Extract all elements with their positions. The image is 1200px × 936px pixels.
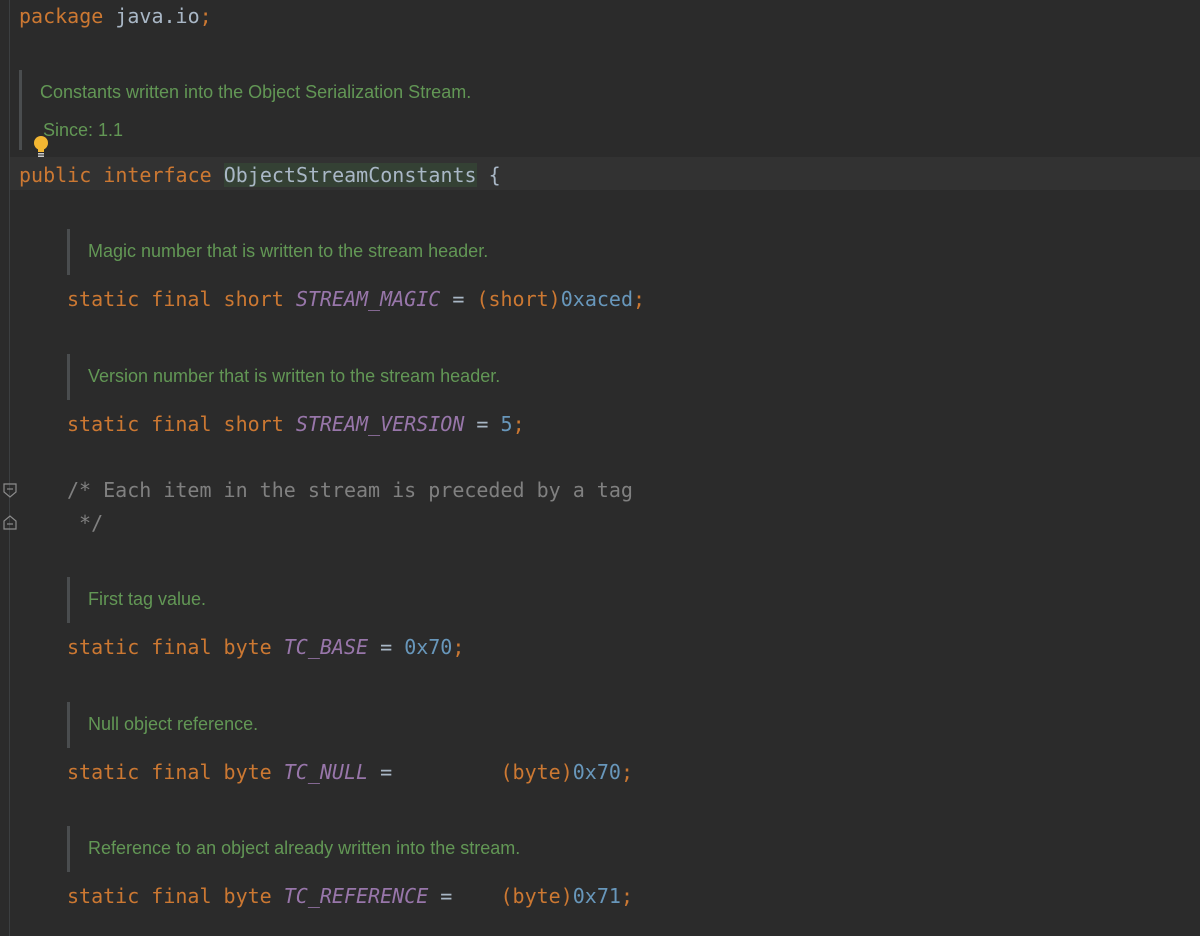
intention-bulb-icon[interactable] (33, 135, 49, 159)
block-comment-line-1: /* Each item in the stream is preceded b… (67, 478, 633, 502)
field-declaration[interactable]: static final short STREAM_MAGIC = (short… (67, 287, 645, 311)
field-doc-bar (67, 826, 70, 872)
class-doc-bar (19, 70, 22, 150)
field-doc: Magic number that is written to the stre… (88, 241, 489, 261)
field-equals: = (464, 412, 501, 436)
field-equals: = (428, 884, 501, 908)
field-doc-bar (67, 702, 70, 748)
field-doc: Null object reference. (88, 714, 259, 734)
field-type: short (223, 412, 284, 436)
block-comment-line-2: */ (67, 511, 104, 535)
field-name: TC_NULL (283, 760, 369, 784)
fold-end-icon[interactable] (2, 513, 18, 531)
class-doc-text: Constants written into the Object Serial… (40, 82, 472, 102)
field-declaration[interactable]: static final short STREAM_VERSION = 5; (67, 412, 525, 436)
field-equals: = (440, 287, 477, 311)
interface-name[interactable]: ObjectStreamConstants (223, 163, 477, 187)
field-name: TC_REFERENCE (283, 884, 429, 908)
open-brace: { (488, 163, 501, 187)
field-declaration[interactable]: static final byte TC_NULL = (byte)0x70; (67, 760, 633, 784)
field-declaration[interactable]: static final byte TC_REFERENCE = (byte)0… (67, 884, 633, 908)
gutter-divider (9, 0, 10, 936)
field-semicolon: ; (620, 760, 633, 784)
field-doc: First tag value. (88, 589, 207, 609)
field-value: 0x70 (572, 760, 621, 784)
field-semicolon: ; (512, 412, 525, 436)
field-doc-bar (67, 229, 70, 275)
field-name: TC_BASE (283, 635, 369, 659)
field-modifiers: static final (67, 635, 212, 659)
field-modifiers: static final (67, 412, 212, 436)
field-value: 0x71 (572, 884, 621, 908)
field-value: 0xaced (560, 287, 633, 311)
field-equals: = (368, 635, 405, 659)
field-type: short (223, 287, 284, 311)
field-doc-bar (67, 577, 70, 623)
field-semicolon: ; (452, 635, 465, 659)
field-value: 5 (500, 412, 513, 436)
field-semicolon: ; (632, 287, 646, 311)
package-keyword: package (19, 4, 104, 28)
field-name: STREAM_VERSION (295, 412, 465, 436)
field-cast: (byte) (500, 884, 573, 908)
class-doc-since: Since: 1.1 (43, 120, 124, 140)
field-modifiers: static final (67, 287, 212, 311)
package-name: java.io (115, 4, 200, 28)
field-semicolon: ; (620, 884, 633, 908)
code-editor[interactable]: package java.io; Constants written into … (0, 0, 1200, 936)
field-doc: Reference to an object already written i… (88, 838, 521, 858)
field-type: byte (223, 635, 272, 659)
field-type: byte (223, 884, 272, 908)
package-semicolon: ; (199, 4, 212, 28)
interface-declaration[interactable]: public interface ObjectStreamConstants { (19, 163, 501, 187)
field-value: 0x70 (404, 635, 453, 659)
field-doc-bar (67, 354, 70, 400)
field-modifiers: static final (67, 760, 212, 784)
field-modifiers: static final (67, 884, 212, 908)
field-doc: Version number that is written to the st… (88, 366, 501, 386)
field-equals: = (368, 760, 501, 784)
field-cast: (byte) (500, 760, 573, 784)
field-cast: (short) (476, 287, 561, 311)
fold-start-icon[interactable] (2, 482, 18, 500)
package-declaration[interactable]: package java.io; (19, 4, 212, 28)
public-modifier: public (19, 163, 92, 187)
field-name: STREAM_MAGIC (295, 287, 441, 311)
field-declaration[interactable]: static final byte TC_BASE = 0x70; (67, 635, 464, 659)
field-type: byte (223, 760, 272, 784)
interface-keyword: interface (103, 163, 212, 187)
